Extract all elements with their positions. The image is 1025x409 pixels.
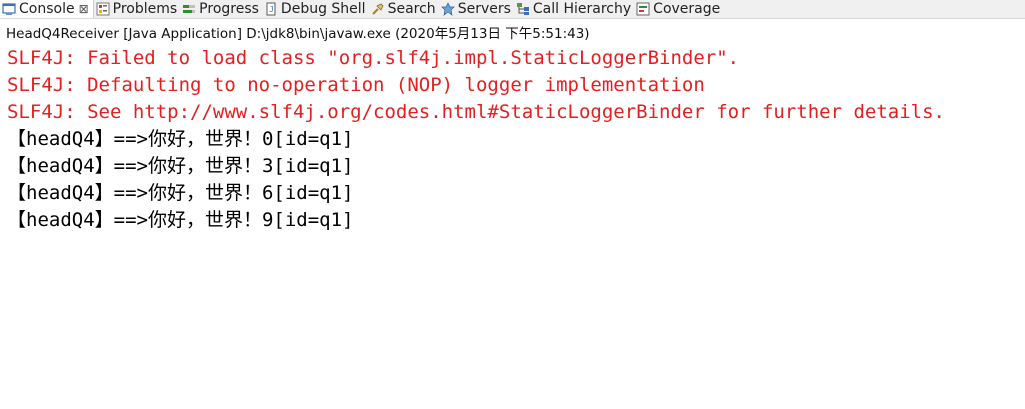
view-tab-bar: Console ⊠ Problems Progress J Debug Shel… (0, 0, 1025, 19)
tab-servers[interactable]: Servers (439, 0, 514, 18)
progress-icon (182, 2, 196, 16)
tab-debug-shell-label: Debug Shell (280, 1, 366, 17)
tab-call-hierarchy[interactable]: Call Hierarchy (514, 0, 634, 18)
console-output[interactable]: SLF4J: Failed to load class "org.slf4j.i… (0, 45, 1025, 409)
console-line: SLF4J: Failed to load class "org.slf4j.i… (7, 47, 740, 69)
console-line: SLF4J: Defaulting to no-operation (NOP) … (7, 74, 705, 96)
tab-call-hierarchy-label: Call Hierarchy (532, 1, 632, 17)
tab-progress-label: Progress (199, 1, 259, 17)
coverage-icon (636, 2, 650, 16)
console-line: 【headQ4】==>你好，世界！3[id=q1] (7, 155, 354, 177)
tab-coverage[interactable]: Coverage (634, 0, 723, 18)
tab-debug-shell[interactable]: J Debug Shell (262, 0, 369, 18)
servers-icon (440, 2, 455, 16)
tab-search-label: Search (387, 1, 436, 17)
debug-shell-icon: J (264, 2, 278, 16)
call-hierarchy-icon (516, 2, 530, 16)
tab-search[interactable]: Search (369, 0, 439, 18)
console-line: SLF4J: See http://www.slf4j.org/codes.ht… (7, 101, 945, 123)
problems-icon (96, 2, 110, 16)
tab-coverage-label: Coverage (653, 1, 721, 17)
search-icon (371, 2, 385, 16)
console-line: 【headQ4】==>你好，世界！6[id=q1] (7, 182, 354, 204)
tab-problems[interactable]: Problems (94, 0, 181, 18)
tab-console[interactable]: Console ⊠ (0, 0, 94, 18)
tab-servers-label: Servers (457, 1, 511, 17)
tab-progress[interactable]: Progress (180, 0, 262, 18)
console-icon (2, 2, 16, 16)
svg-text:J: J (269, 5, 274, 14)
tab-console-label: Console (19, 1, 75, 17)
tab-problems-label: Problems (112, 1, 178, 17)
close-icon[interactable]: ⊠ (79, 2, 89, 16)
console-line: 【headQ4】==>你好，世界！0[id=q1] (7, 128, 354, 150)
launch-configuration-label: HeadQ4Receiver [Java Application] D:\jdk… (6, 26, 590, 42)
console-line: 【headQ4】==>你好，世界！9[id=q1] (7, 209, 354, 231)
